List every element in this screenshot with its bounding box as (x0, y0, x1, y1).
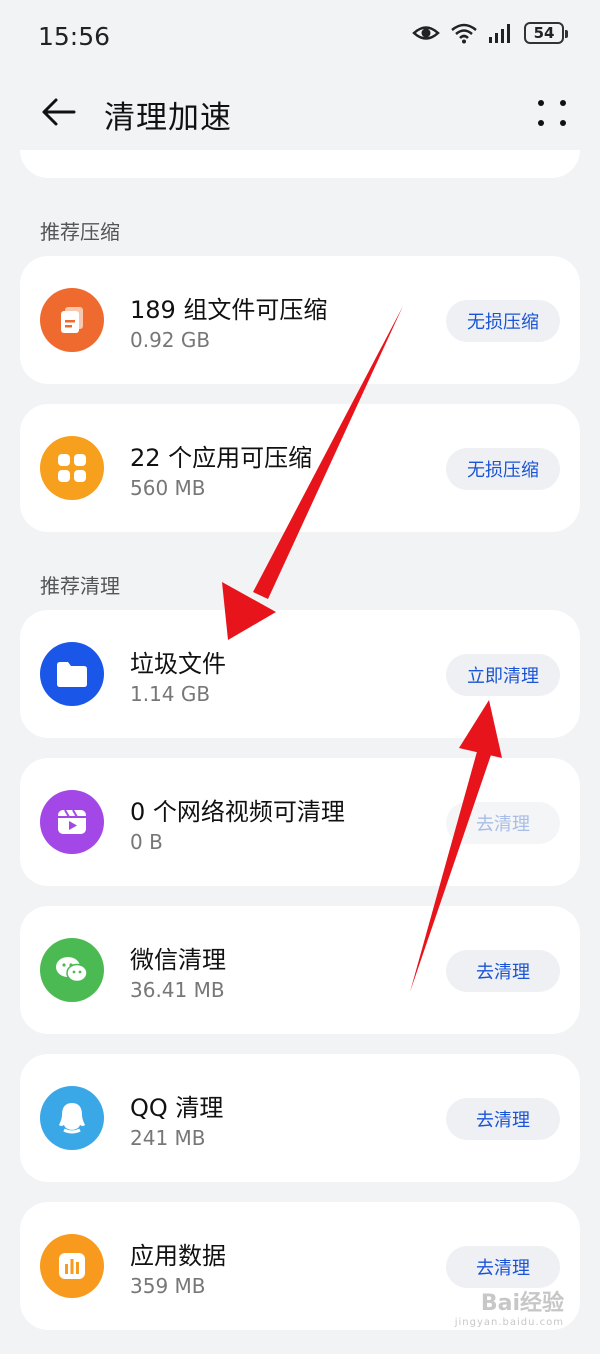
list-item[interactable]: 0 个网络视频可清理 0 B 去清理 (20, 758, 580, 886)
item-size: 1.14 GB (130, 682, 211, 706)
watermark-brand: Bai经验 (480, 1291, 564, 1316)
list-item[interactable]: 189 组文件可压缩 0.92 GB 无损压缩 (20, 256, 580, 384)
signal-icon (489, 24, 510, 43)
app-bar: 清理加速 (0, 80, 600, 144)
apps-grid-icon (40, 436, 104, 500)
wifi-icon (451, 23, 477, 44)
status-icons: 54 (412, 22, 568, 44)
go-clean-button[interactable]: 去清理 (446, 1246, 560, 1288)
eye-icon (412, 26, 440, 40)
video-icon (40, 790, 104, 854)
back-arrow-icon (42, 98, 76, 126)
battery-level: 54 (533, 24, 555, 42)
item-title: 应用数据 (130, 1242, 226, 1270)
item-size: 241 MB (130, 1126, 206, 1150)
item-title: 189 组文件可压缩 (130, 296, 328, 324)
lossless-compress-button[interactable]: 无损压缩 (446, 300, 560, 342)
item-title: 0 个网络视频可清理 (130, 798, 345, 826)
list-item[interactable]: 微信清理 36.41 MB 去清理 (20, 906, 580, 1034)
status-bar: 15:56 54 (0, 0, 600, 76)
back-button[interactable] (36, 90, 80, 134)
item-size: 0 B (130, 830, 163, 854)
item-size: 0.92 GB (130, 328, 211, 352)
watermark: Bai经验 jingyan.baidu.com (455, 1285, 564, 1328)
section-title-clean: 推荐清理 (40, 574, 120, 598)
item-size: 359 MB (130, 1274, 206, 1298)
watermark-url: jingyan.baidu.com (454, 1317, 564, 1328)
wechat-icon (40, 938, 104, 1002)
item-title: 垃圾文件 (130, 650, 226, 678)
item-size: 36.41 MB (130, 978, 225, 1002)
item-title: 22 个应用可压缩 (130, 444, 313, 472)
list-item[interactable]: 垃圾文件 1.14 GB 立即清理 (20, 610, 580, 738)
list-item[interactable]: 22 个应用可压缩 560 MB 无损压缩 (20, 404, 580, 532)
section-title-compress: 推荐压缩 (40, 220, 120, 244)
list-item[interactable]: QQ 清理 241 MB 去清理 (20, 1054, 580, 1182)
status-time: 15:56 (38, 22, 111, 51)
clean-now-button[interactable]: 立即清理 (446, 654, 560, 696)
partial-card (20, 150, 580, 178)
go-clean-button[interactable]: 去清理 (446, 802, 560, 844)
more-icon (538, 100, 544, 106)
go-clean-button[interactable]: 去清理 (446, 950, 560, 992)
more-button[interactable] (534, 94, 570, 130)
app-data-icon (40, 1234, 104, 1298)
item-size: 560 MB (130, 476, 206, 500)
go-clean-button[interactable]: 去清理 (446, 1098, 560, 1140)
documents-icon (40, 288, 104, 352)
folder-icon (40, 642, 104, 706)
battery-icon: 54 (524, 22, 568, 44)
qq-icon (40, 1086, 104, 1150)
item-title: QQ 清理 (130, 1094, 224, 1122)
lossless-compress-button[interactable]: 无损压缩 (446, 448, 560, 490)
page-title: 清理加速 (104, 100, 232, 136)
item-title: 微信清理 (130, 946, 226, 974)
